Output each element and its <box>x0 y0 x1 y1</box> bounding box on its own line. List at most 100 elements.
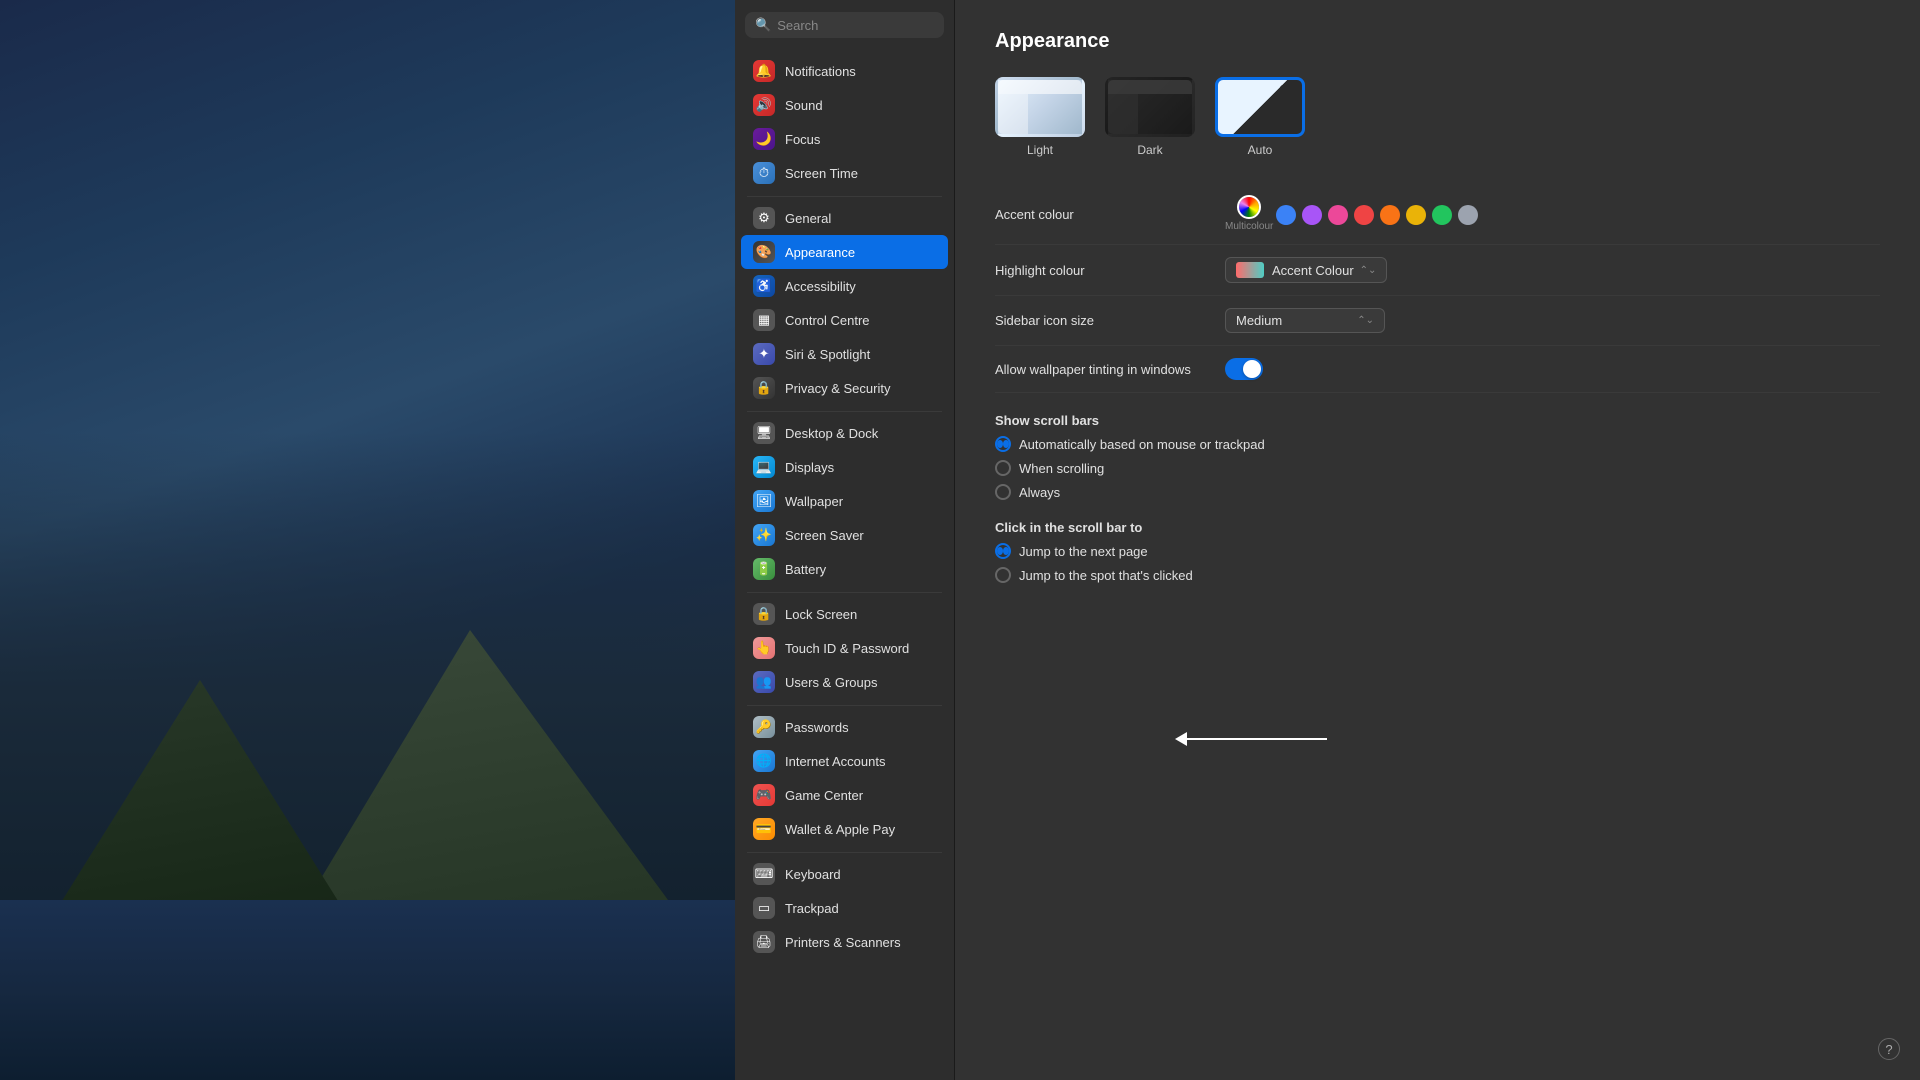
sidebar-item-general[interactable]: ⚙ General <box>741 201 948 235</box>
mode-option-auto[interactable]: Auto <box>1215 77 1305 157</box>
mode-option-dark[interactable]: Dark <box>1105 77 1195 157</box>
sidebar-icon-size-dropdown[interactable]: Medium ⌃⌄ <box>1225 308 1385 333</box>
accent-colour-row: Accent colour Multicolour <box>995 185 1880 245</box>
screensaver-icon: ✨ <box>753 524 775 546</box>
desktop-background <box>0 0 735 1080</box>
scrollbars-auto-option[interactable]: Automatically based on mouse or trackpad <box>995 436 1880 452</box>
sidebar-item-printers[interactable]: 🖨 Printers & Scanners <box>741 925 948 959</box>
search-bar[interactable]: 🔍 <box>735 0 954 50</box>
sidebar-item-focus[interactable]: 🌙 Focus <box>741 122 948 156</box>
accent-circle-orange[interactable] <box>1380 205 1400 225</box>
accent-circle-multicolor[interactable] <box>1239 197 1259 217</box>
sidebar-item-screentime[interactable]: ⏱ Screen Time <box>741 156 948 190</box>
wallpaper-tinting-control <box>1225 358 1880 380</box>
highlight-colour-row: Highlight colour Accent Colour ⌃⌄ <box>995 245 1880 296</box>
scrollbars-always-radio[interactable] <box>995 484 1011 500</box>
click-nextpage-radio[interactable] <box>995 543 1011 559</box>
accent-circle-green[interactable] <box>1432 205 1452 225</box>
sidebar-item-label: Trackpad <box>785 901 839 916</box>
sidebar-item-label: Sound <box>785 98 823 113</box>
highlight-colour-dropdown[interactable]: Accent Colour ⌃⌄ <box>1225 257 1387 283</box>
sidebar-item-lockscreen[interactable]: 🔒 Lock Screen <box>741 597 948 631</box>
sidebar-item-siri[interactable]: ✦ Siri & Spotlight <box>741 337 948 371</box>
sidebar-item-label: Keyboard <box>785 867 841 882</box>
notifications-icon: 🔔 <box>753 60 775 82</box>
click-nextpage-label: Jump to the next page <box>1019 544 1148 559</box>
sidebar-item-label: Battery <box>785 562 826 577</box>
accessibility-icon: ♿ <box>753 275 775 297</box>
highlight-colour-label: Highlight colour <box>995 263 1225 278</box>
accent-circle-graphite[interactable] <box>1458 205 1478 225</box>
sidebar-item-label: Screen Saver <box>785 528 864 543</box>
wallpaper-icon: 🖼 <box>753 490 775 512</box>
mode-auto-label: Auto <box>1248 143 1273 157</box>
sidebar-item-label: Game Center <box>785 788 863 803</box>
sidebar-item-passwords[interactable]: 🔑 Passwords <box>741 710 948 744</box>
sidebar-item-sound[interactable]: 🔊 Sound <box>741 88 948 122</box>
sidebar-item-battery[interactable]: 🔋 Battery <box>741 552 948 586</box>
accent-circle-red[interactable] <box>1354 205 1374 225</box>
sidebar-item-internet[interactable]: 🌐 Internet Accounts <box>741 744 948 778</box>
sidebar-item-label: General <box>785 211 831 226</box>
sidebar-divider <box>747 411 942 412</box>
scrollbars-scrolling-option[interactable]: When scrolling <box>995 460 1880 476</box>
sidebar-item-privacy[interactable]: 🔒 Privacy & Security <box>741 371 948 405</box>
accent-circle-yellow[interactable] <box>1406 205 1426 225</box>
click-spot-option[interactable]: Jump to the spot that's clicked <box>995 567 1880 583</box>
system-preferences-window: 🔍 🔔 Notifications 🔊 Sound 🌙 Focus <box>735 0 1920 1080</box>
sidebar-item-wallpaper[interactable]: 🖼 Wallpaper <box>741 484 948 518</box>
sidebar-item-trackpad[interactable]: ▭ Trackpad <box>741 891 948 925</box>
sidebar-divider <box>747 852 942 853</box>
main-content: Appearance Light Dark Auto Accent colour <box>955 0 1920 1080</box>
wallet-icon: 💳 <box>753 818 775 840</box>
sidebar-item-appearance[interactable]: 🎨 Appearance <box>741 235 948 269</box>
displays-icon: 💻 <box>753 456 775 478</box>
mode-option-light[interactable]: Light <box>995 77 1085 157</box>
accent-circle-purple[interactable] <box>1302 205 1322 225</box>
scrollbars-scrolling-label: When scrolling <box>1019 461 1104 476</box>
sidebar-item-label: Lock Screen <box>785 607 857 622</box>
sidebar-item-desktop[interactable]: 🖥 Desktop & Dock <box>741 416 948 450</box>
sidebar-item-notifications[interactable]: 🔔 Notifications <box>741 54 948 88</box>
scrollbars-auto-radio[interactable] <box>995 436 1011 452</box>
scrollbars-scrolling-radio[interactable] <box>995 460 1011 476</box>
accent-circle-pink[interactable] <box>1328 205 1348 225</box>
sidebar-item-wallet[interactable]: 💳 Wallet & Apple Pay <box>741 812 948 846</box>
keyboard-icon: ⌨ <box>753 863 775 885</box>
sidebar-item-touchid[interactable]: 👆 Touch ID & Password <box>741 631 948 665</box>
highlight-color-swatch <box>1236 262 1264 278</box>
sidebar-item-users[interactable]: 👥 Users & Groups <box>741 665 948 699</box>
show-scrollbars-title: Show scroll bars <box>995 413 1880 428</box>
sidebar-item-label: Touch ID & Password <box>785 641 909 656</box>
desktop-icon: 🖥 <box>753 422 775 444</box>
sound-icon: 🔊 <box>753 94 775 116</box>
sidebar-item-controlcentre[interactable]: ▦ Control Centre <box>741 303 948 337</box>
click-nextpage-option[interactable]: Jump to the next page <box>995 543 1880 559</box>
sidebar-item-accessibility[interactable]: ♿ Accessibility <box>741 269 948 303</box>
accent-circle-blue[interactable] <box>1276 205 1296 225</box>
page-title: Appearance <box>995 30 1880 53</box>
accent-colour-control: Multicolour <box>1225 197 1880 232</box>
highlight-colour-value: Accent Colour <box>1272 263 1354 278</box>
appearance-icon: 🎨 <box>753 241 775 263</box>
sidebar-item-label: Passwords <box>785 720 849 735</box>
mode-light-preview <box>995 77 1085 137</box>
internet-icon: 🌐 <box>753 750 775 772</box>
scrollbars-always-option[interactable]: Always <box>995 484 1880 500</box>
sidebar-item-label: Internet Accounts <box>785 754 885 769</box>
gamecenter-icon: 🎮 <box>753 784 775 806</box>
click-spot-radio[interactable] <box>995 567 1011 583</box>
sidebar-item-keyboard[interactable]: ⌨ Keyboard <box>741 857 948 891</box>
sidebar-divider <box>747 592 942 593</box>
sidebar-item-screensaver[interactable]: ✨ Screen Saver <box>741 518 948 552</box>
scrollbars-section: Show scroll bars Automatically based on … <box>995 413 1880 500</box>
sidebar-item-label: Privacy & Security <box>785 381 890 396</box>
sidebar-item-displays[interactable]: 💻 Displays <box>741 450 948 484</box>
help-button[interactable]: ? <box>1878 1038 1900 1060</box>
scrollbars-auto-label: Automatically based on mouse or trackpad <box>1019 437 1265 452</box>
sidebar-item-gamecenter[interactable]: 🎮 Game Center <box>741 778 948 812</box>
sidebar-divider <box>747 705 942 706</box>
search-input[interactable] <box>777 18 934 33</box>
screentime-icon: ⏱ <box>753 162 775 184</box>
wallpaper-tinting-toggle[interactable] <box>1225 358 1263 380</box>
